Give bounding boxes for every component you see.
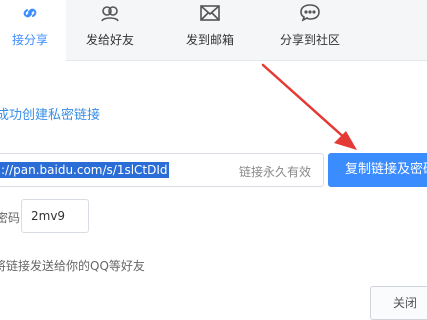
tab-share-community[interactable]: 分享到社区 — [268, 0, 352, 60]
tab-send-email-label: 发到邮箱 — [185, 33, 234, 47]
link-icon — [23, 8, 37, 18]
success-message: 成功创建私密链接 — [0, 108, 101, 123]
share-hint-text: 将链接发送给你的QQ等好友 — [0, 259, 145, 273]
tab-send-friends[interactable]: 发给好友 — [74, 0, 146, 60]
copy-link-and-password-button[interactable]: 复制链接及密码 — [328, 153, 427, 187]
password-label: 密码 — [0, 211, 21, 225]
tab-send-friends-label: 发给好友 — [85, 33, 134, 47]
share-link-url[interactable]: ://pan.baidu.com/s/1slCtDId — [0, 162, 169, 178]
share-link-field[interactable]: ://pan.baidu.com/s/1slCtDId 链接永久有效 — [0, 153, 324, 187]
chat-bubble-icon — [300, 4, 320, 22]
close-button[interactable]: 关闭 — [370, 286, 427, 320]
link-validity-text: 链接永久有效 — [238, 165, 311, 179]
tab-link-share-label: 接分享 — [11, 33, 48, 47]
tab-share-community-label: 分享到社区 — [279, 33, 340, 47]
tab-send-email[interactable]: 发到邮箱 — [174, 0, 246, 60]
friends-icon — [101, 6, 119, 22]
password-field[interactable]: 2mv9 — [21, 199, 89, 233]
mail-icon — [200, 5, 220, 21]
tab-link-share[interactable]: 接分享 — [0, 0, 66, 61]
share-tab-bar: 接分享 发给好友 发到邮箱 分享到社区 — [0, 0, 427, 61]
